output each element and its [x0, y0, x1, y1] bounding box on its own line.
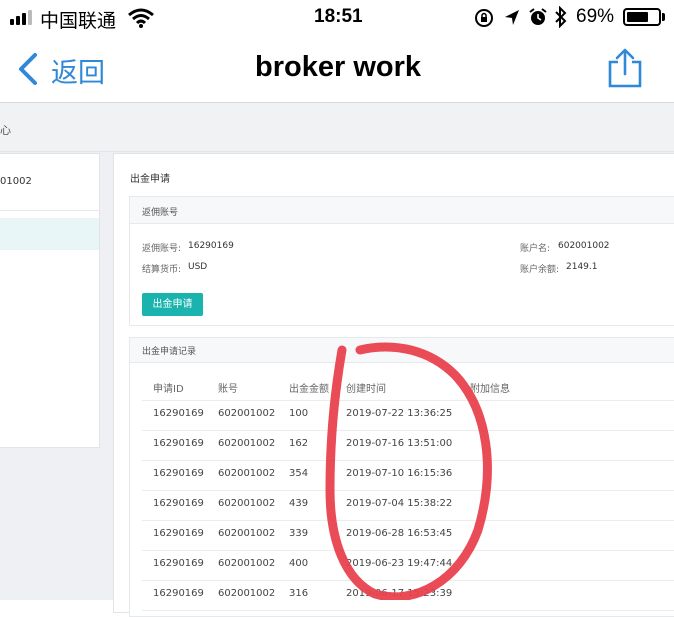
account-cell: 602001002 — [218, 408, 276, 419]
back-button[interactable]: 返回 — [16, 48, 116, 89]
withdraw-page-title: 出金申请 — [130, 174, 170, 185]
created-time-cell: 2019-06-23 19:47:44 — [346, 558, 453, 569]
amount-cell: 162 — [289, 438, 309, 449]
alarm-icon — [529, 8, 547, 25]
account-name-label: 账户名: — [520, 244, 551, 254]
account-cell: 602001002 — [218, 558, 276, 569]
request-id-cell: 16290169 — [153, 588, 204, 599]
account-name-value: 602001002 — [558, 241, 610, 251]
left-account-label: 01002 — [0, 176, 32, 187]
breadcrumb-text: 心 — [0, 124, 11, 137]
amount-cell: 400 — [289, 558, 309, 569]
chevron-left-icon — [19, 53, 37, 85]
wifi-icon — [128, 8, 154, 28]
page-title: broker work — [255, 51, 421, 83]
created-time-cell: 2019-06-17 15:23:39 — [346, 588, 453, 599]
request-id-cell: 16290169 — [153, 558, 204, 569]
account-cell: 602001002 — [218, 468, 276, 479]
records-section-title: 出金申请记录 — [142, 347, 197, 357]
created-time-cell: 2019-07-16 13:51:00 — [346, 438, 453, 449]
account-cell: 602001002 — [218, 528, 276, 539]
carrier-label: 中国联通 — [40, 11, 117, 32]
header-request-id: 申请ID — [153, 384, 184, 395]
request-id-cell: 16290169 — [153, 408, 204, 419]
created-time-cell: 2019-07-04 15:38:22 — [346, 498, 453, 509]
rotation-lock-icon — [475, 9, 493, 27]
rebate-account-value: 16290169 — [188, 241, 234, 251]
currency-value: USD — [188, 262, 208, 272]
balance-label: 账户余额: — [520, 265, 560, 275]
created-time-cell: 2019-07-22 13:36:25 — [346, 408, 453, 419]
request-id-cell: 16290169 — [153, 468, 204, 479]
account-cell: 602001002 — [218, 438, 276, 449]
status-bar: 中国联通 18:51 69% — [0, 0, 674, 36]
back-label: 返回 — [51, 58, 105, 89]
request-id-cell: 16290169 — [153, 438, 204, 449]
share-icon[interactable] — [607, 48, 643, 88]
breadcrumb: 心 — [0, 103, 674, 152]
currency-label: 结算货币: — [142, 265, 182, 275]
battery-percent: 69% — [576, 6, 615, 27]
amount-cell: 354 — [289, 468, 309, 479]
amount-cell: 316 — [289, 588, 309, 599]
left-menu-item-active[interactable] — [0, 218, 99, 250]
rebate-account-header — [130, 197, 674, 224]
amount-cell: 439 — [289, 498, 309, 509]
amount-cell: 100 — [289, 408, 309, 419]
header-account: 账号 — [218, 384, 238, 395]
header-extra-info: 附加信息 — [470, 384, 510, 395]
rebate-section-title: 返佣账号 — [142, 208, 179, 218]
created-time-cell: 2019-07-10 16:15:36 — [346, 468, 453, 479]
account-cell: 602001002 — [218, 498, 276, 509]
rebate-account-label: 返佣账号: — [142, 244, 182, 254]
battery-icon — [623, 8, 661, 26]
clock: 18:51 — [314, 6, 363, 27]
header-amount: 出金金额 — [289, 384, 329, 395]
left-panel — [0, 153, 100, 448]
bluetooth-icon — [555, 6, 567, 28]
balance-value: 2149.1 — [566, 262, 598, 272]
request-id-cell: 16290169 — [153, 498, 204, 509]
amount-cell: 339 — [289, 528, 309, 539]
signal-icon — [10, 9, 38, 25]
location-icon — [505, 10, 519, 25]
nav-bar: 返回 broker work — [0, 36, 674, 103]
header-created-time: 创建时间 — [346, 384, 386, 395]
created-time-cell: 2019-06-28 16:53:45 — [346, 528, 453, 539]
withdraw-records-header — [130, 338, 674, 363]
records-table-header: 申请ID 账号 出金金额 创建时间 附加信息 — [142, 372, 674, 400]
account-cell: 602001002 — [218, 588, 276, 599]
withdraw-request-button[interactable]: 出金申请 — [142, 293, 203, 316]
request-id-cell: 16290169 — [153, 528, 204, 539]
